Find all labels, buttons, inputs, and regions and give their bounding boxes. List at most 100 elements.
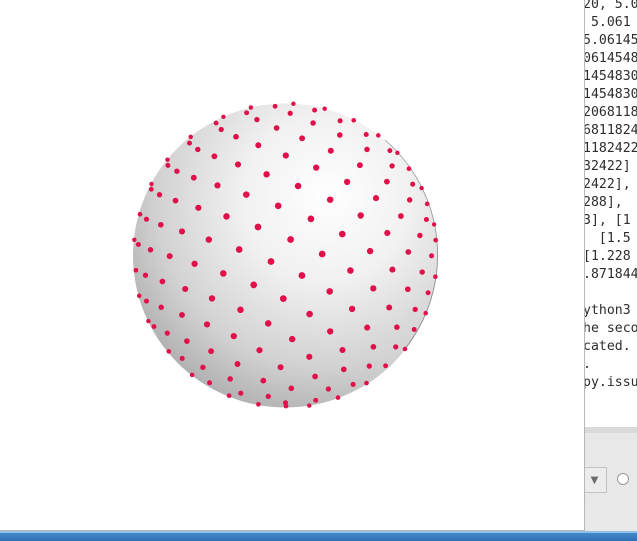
- sphere-plot-canvas[interactable]: [0, 0, 585, 531]
- sphere-point: [393, 344, 399, 350]
- sphere-point: [166, 349, 172, 354]
- sphere-point: [272, 103, 278, 109]
- sphere-point: [256, 347, 263, 354]
- sphere-point: [417, 232, 423, 239]
- sphere-point: [419, 269, 425, 275]
- sphere-point: [406, 166, 412, 172]
- terminal-line: he seco: [583, 321, 637, 336]
- sphere-point: [238, 390, 244, 396]
- dropdown-button[interactable]: ▼: [583, 467, 607, 493]
- sphere-point: [208, 295, 216, 302]
- sphere-point: [364, 146, 370, 153]
- plot-window[interactable]: [0, 0, 585, 531]
- sphere-point: [322, 106, 327, 111]
- sphere-point: [136, 293, 142, 299]
- terminal-line: [1.5: [583, 231, 631, 246]
- sphere-point: [406, 197, 413, 203]
- sphere-point: [146, 318, 151, 324]
- terminal-line: 1454830: [583, 87, 637, 102]
- sphere-point: [394, 324, 400, 330]
- sphere-point: [243, 191, 250, 198]
- terminal-output-panel[interactable]: 20, 5.0 5.061 5.06145 0614548 1454830 14…: [583, 0, 637, 427]
- sphere-point: [195, 146, 201, 153]
- sphere-point: [230, 332, 237, 340]
- sphere-point: [189, 372, 195, 378]
- terminal-line: 6811824: [583, 123, 637, 138]
- sphere-point: [264, 320, 272, 327]
- terminal-line: 288],: [583, 195, 623, 210]
- sphere-point: [412, 306, 418, 313]
- sphere-point: [195, 204, 202, 211]
- terminal-line: 1454830: [583, 69, 637, 84]
- sphere-point: [133, 267, 139, 273]
- sphere-point: [313, 164, 320, 171]
- sphere-point: [343, 178, 351, 186]
- sphere-point: [255, 142, 262, 149]
- sphere-point: [208, 348, 215, 355]
- sphere-point: [313, 397, 319, 403]
- sphere-point: [274, 202, 282, 210]
- sphere-point: [347, 267, 354, 274]
- sphere-point: [143, 298, 150, 304]
- sphere-point: [312, 107, 318, 113]
- sphere-point: [159, 278, 166, 285]
- sphere-point: [383, 363, 389, 369]
- sphere-point: [310, 120, 316, 126]
- radio-button[interactable]: [617, 473, 629, 485]
- sphere-point: [207, 380, 213, 386]
- sphere-point: [157, 221, 164, 228]
- sphere-point: [327, 147, 334, 154]
- terminal-line: 20, 5.0: [583, 0, 637, 12]
- sphere-point: [387, 148, 393, 154]
- sphere-point: [156, 192, 163, 198]
- sphere-point: [364, 324, 371, 331]
- sphere-point: [233, 133, 239, 140]
- sphere-point: [149, 181, 154, 187]
- sphere-point: [429, 253, 435, 259]
- sphere-point: [248, 105, 254, 110]
- sphere-point: [335, 395, 341, 400]
- sphere-point: [294, 182, 302, 190]
- sphere-point: [395, 150, 400, 155]
- sphere-point: [235, 246, 243, 253]
- sphere-point: [306, 310, 313, 318]
- sphere-point: [372, 195, 380, 202]
- sphere-point: [184, 338, 190, 344]
- sphere-point: [147, 247, 154, 253]
- sphere-point: [213, 120, 219, 126]
- sphere-point: [376, 133, 381, 138]
- sphere-point: [423, 310, 428, 316]
- terminal-line: 2422],: [583, 177, 631, 192]
- sphere-point: [221, 114, 226, 120]
- sphere-point: [265, 393, 271, 400]
- sphere-point: [172, 197, 179, 204]
- sphere-point: [165, 162, 171, 168]
- sphere-point: [260, 377, 267, 384]
- sphere-point: [307, 403, 312, 408]
- sphere-point: [282, 152, 289, 159]
- sphere-point: [191, 260, 198, 267]
- sphere-point: [250, 281, 258, 289]
- sphere-point: [404, 286, 411, 293]
- sphere-point: [363, 131, 369, 138]
- sphere-point: [327, 328, 334, 335]
- sphere-point: [425, 290, 431, 296]
- sphere-point: [351, 117, 357, 123]
- sphere-point: [143, 216, 150, 222]
- sphere-point: [267, 258, 275, 265]
- sphere-point: [307, 215, 315, 223]
- terminal-line: 2068118: [583, 105, 637, 120]
- sphere-point: [132, 237, 137, 243]
- sphere-point: [164, 330, 170, 336]
- sphere-point: [142, 272, 149, 278]
- sphere-point: [254, 116, 260, 123]
- sphere-point: [433, 274, 438, 280]
- terminal-line: 5.06145: [583, 33, 637, 48]
- sphere-point: [277, 364, 284, 371]
- sphere-point: [226, 393, 232, 399]
- sphere-point: [283, 400, 288, 406]
- sphere-point: [234, 361, 241, 367]
- sphere-point: [289, 335, 296, 343]
- sphere-point: [431, 222, 437, 227]
- sphere-point: [211, 153, 218, 160]
